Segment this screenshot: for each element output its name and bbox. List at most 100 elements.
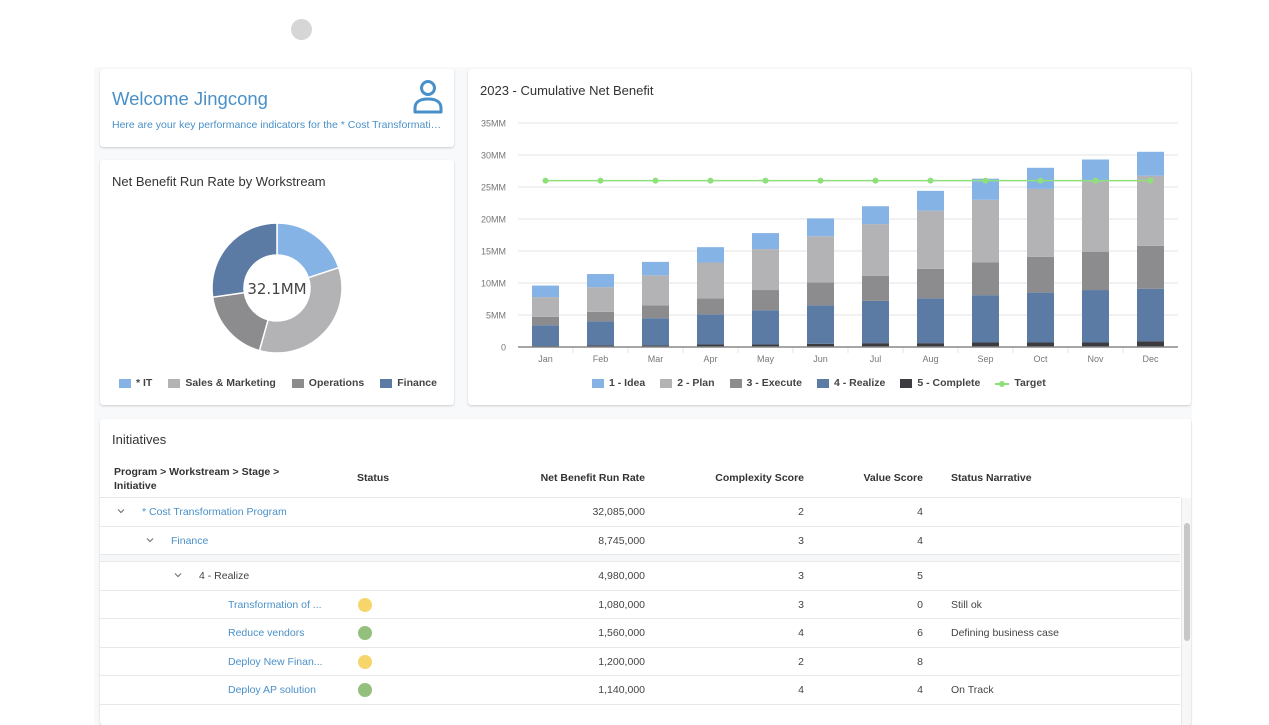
chevron-down-icon[interactable] — [173, 570, 183, 580]
bar-segment[interactable] — [1137, 245, 1164, 289]
row-name[interactable]: Finance — [171, 535, 208, 547]
bar-segment[interactable] — [1027, 256, 1054, 293]
bar-segment[interactable] — [1082, 251, 1109, 291]
table-row[interactable]: 4 - Realize 4,980,000 3 5 — [100, 562, 1180, 591]
target-point[interactable] — [1092, 177, 1099, 184]
donut-legend-item[interactable]: Finance — [380, 377, 437, 389]
legend-swatch — [660, 378, 673, 388]
target-point[interactable] — [707, 177, 714, 184]
row-separator — [100, 555, 1180, 562]
bar-segment[interactable] — [697, 314, 724, 345]
bar-segment[interactable] — [642, 305, 669, 319]
bar-legend-item[interactable]: 1 - Idea — [592, 377, 645, 389]
row-name[interactable]: Deploy New Finan... — [228, 656, 323, 668]
row-name[interactable]: Deploy AP solution — [228, 684, 316, 696]
column-header-name[interactable]: Program > Workstream > Stage > Initiativ… — [114, 465, 314, 493]
table-scrollbar[interactable] — [1181, 498, 1191, 725]
table-row[interactable]: Transformation of ... 1,080,000 3 0 Still ok — [100, 591, 1180, 619]
bar-segment[interactable] — [587, 311, 614, 322]
target-point[interactable] — [652, 177, 659, 184]
bar-segment[interactable] — [972, 295, 999, 343]
column-header-narrative[interactable]: Status Narrative — [951, 472, 1032, 484]
chevron-down-icon[interactable] — [116, 506, 126, 516]
bar-segment[interactable] — [1137, 341, 1164, 347]
target-point[interactable] — [1037, 177, 1044, 184]
column-header-status[interactable]: Status — [357, 472, 389, 484]
bar-segment[interactable] — [807, 305, 834, 344]
bar-legend-item[interactable]: Target — [995, 377, 1046, 389]
row-name[interactable]: Reduce vendors — [228, 627, 304, 639]
target-point[interactable] — [1147, 177, 1154, 184]
target-point[interactable] — [927, 177, 934, 184]
bar-segment[interactable] — [1027, 292, 1054, 343]
bar-segment[interactable] — [807, 218, 834, 237]
user-icon[interactable] — [412, 79, 444, 115]
scrollbar-thumb[interactable] — [1184, 523, 1190, 641]
bar-segment[interactable] — [532, 316, 559, 326]
bar-segment[interactable] — [752, 290, 779, 311]
bar-segment[interactable] — [972, 199, 999, 263]
bar-segment[interactable] — [917, 190, 944, 211]
bar-segment[interactable] — [1082, 290, 1109, 343]
target-point[interactable] — [817, 177, 824, 184]
bar-segment[interactable] — [587, 274, 614, 288]
table-row[interactable]: Deploy New Finan... 1,200,000 2 8 — [100, 648, 1180, 676]
bar-segment[interactable] — [917, 268, 944, 299]
bar-segment[interactable] — [587, 321, 614, 346]
x-tick-label: Jan — [538, 354, 553, 364]
bar-segment[interactable] — [1027, 188, 1054, 257]
bar-segment[interactable] — [862, 275, 889, 301]
bar-segment[interactable] — [862, 300, 889, 344]
target-point[interactable] — [597, 177, 604, 184]
bar-segment[interactable] — [532, 297, 559, 317]
bar-segment[interactable] — [642, 261, 669, 276]
donut-legend-item[interactable]: * IT — [119, 377, 152, 389]
bar-legend-item[interactable]: 3 - Execute — [729, 377, 802, 389]
bar-segment[interactable] — [862, 224, 889, 276]
bar-segment[interactable] — [917, 210, 944, 269]
bar-segment[interactable] — [972, 262, 999, 296]
bar-segment[interactable] — [807, 282, 834, 306]
bar-segment[interactable] — [752, 233, 779, 250]
bar-segment[interactable] — [532, 325, 559, 347]
donut-legend-item[interactable]: Operations — [291, 377, 364, 389]
row-name[interactable]: * Cost Transformation Program — [142, 506, 287, 518]
donut-slice[interactable] — [211, 291, 270, 352]
bar-legend-item[interactable]: 5 - Complete — [900, 377, 980, 389]
bar-segment[interactable] — [697, 298, 724, 315]
bar-segment[interactable] — [697, 247, 724, 263]
table-row[interactable]: Reduce vendors 1,560,000 4 6 Defining busine… — [100, 619, 1180, 648]
bar-segment[interactable] — [642, 275, 669, 306]
bar-legend-item[interactable]: 4 - Realize — [817, 377, 885, 389]
row-name[interactable]: Transformation of ... — [228, 599, 322, 611]
bar-segment[interactable] — [697, 262, 724, 299]
bar-segment[interactable] — [532, 285, 559, 298]
bar-segment[interactable] — [642, 318, 669, 346]
bar-segment[interactable] — [1082, 181, 1109, 252]
column-header-nbrr[interactable]: Net Benefit Run Rate — [541, 472, 645, 484]
target-point[interactable] — [872, 177, 879, 184]
column-header-complexity[interactable]: Complexity Score — [715, 472, 804, 484]
bar-segment[interactable] — [807, 236, 834, 283]
bar-legend-item[interactable]: 2 - Plan — [660, 377, 715, 389]
bar-segment[interactable] — [1137, 288, 1164, 342]
target-point[interactable] — [762, 177, 769, 184]
table-row[interactable]: Deploy AP solution 1,140,000 4 4 On Track — [100, 676, 1180, 705]
bar-segment[interactable] — [587, 287, 614, 312]
value-score: 4 — [917, 684, 923, 696]
column-header-value[interactable]: Value Score — [863, 472, 923, 484]
table-row[interactable]: Finance 8,745,000 3 4 — [100, 527, 1180, 555]
bar-segment[interactable] — [752, 310, 779, 345]
table-row[interactable]: * Cost Transformation Program 32,085,000 2… — [100, 498, 1180, 527]
bar-segment[interactable] — [862, 206, 889, 225]
target-point[interactable] — [542, 177, 549, 184]
bar-segment[interactable] — [752, 249, 779, 291]
status-narrative: Defining business case — [951, 627, 1059, 639]
chevron-down-icon[interactable] — [145, 535, 155, 545]
bar-segment[interactable] — [917, 298, 944, 344]
bar-segment[interactable] — [1137, 175, 1164, 246]
donut-legend-item[interactable]: Sales & Marketing — [168, 377, 276, 389]
target-point[interactable] — [982, 177, 989, 184]
bar-segment[interactable] — [1137, 151, 1164, 176]
donut-slice[interactable] — [276, 222, 340, 279]
